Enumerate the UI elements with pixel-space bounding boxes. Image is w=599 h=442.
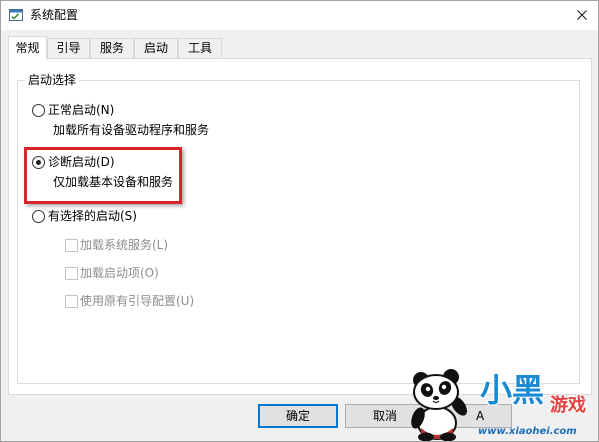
startup-option-diagnostic: 诊断启动(D) 仅加载基本设备和服务 (32, 155, 222, 189)
use-original-boot-config-label[interactable]: 使用原有引导配置(U) (80, 294, 194, 308)
diagnostic-startup-radio[interactable]: 诊断启动(D) (32, 155, 222, 169)
load-system-services-row[interactable]: 加载系统服务(L) (65, 238, 168, 252)
load-startup-items-row[interactable]: 加载启动项(O) (65, 266, 159, 280)
use-original-boot-config-row[interactable]: 使用原有引导配置(U) (65, 294, 194, 308)
tab-general[interactable]: 常规 (8, 36, 47, 60)
tab-page-general: 启动选择 正常启动(N) 加载所有设备驱动程序和服务 诊断启动(D) 仅加载基本… (8, 58, 592, 395)
window-titlebar[interactable]: 系统配置 (0, 0, 599, 30)
load-startup-items-label[interactable]: 加载启动项(O) (80, 266, 159, 280)
load-startup-items-checkbox[interactable] (65, 266, 78, 280)
system-configuration-dialog: 系统配置 常规 引导 服务 启动 工具 启动选择 正常启动(N) 加载所有设备驱… (0, 0, 599, 442)
radio-circle[interactable] (32, 209, 45, 223)
apply-button-label: A (476, 409, 485, 423)
msconfig-icon (8, 7, 24, 23)
normal-startup-label[interactable]: 正常启动(N) (48, 103, 114, 117)
close-button[interactable] (565, 0, 599, 30)
apply-button[interactable]: A (432, 404, 512, 428)
radio-circle[interactable] (32, 155, 45, 169)
ok-button[interactable]: 确定 (258, 404, 338, 428)
selective-startup-radio[interactable]: 有选择的启动(S) (32, 209, 222, 223)
diagnostic-startup-description: 仅加载基本设备和服务 (53, 175, 174, 189)
startup-selection-group: 启动选择 正常启动(N) 加载所有设备驱动程序和服务 诊断启动(D) 仅加载基本… (17, 73, 580, 384)
close-icon (577, 10, 587, 20)
window-title: 系统配置 (30, 8, 79, 22)
tab-tools[interactable]: 工具 (178, 38, 222, 59)
load-system-services-label[interactable]: 加载系统服务(L) (80, 238, 168, 252)
selective-startup-label[interactable]: 有选择的启动(S) (48, 209, 137, 223)
radio-circle[interactable] (32, 103, 45, 117)
watermark-logo-sub: 游戏 (550, 395, 586, 416)
startup-selection-group-label: 启动选择 (25, 73, 80, 87)
tab-startup[interactable]: 启动 (134, 38, 178, 59)
startup-option-selective: 有选择的启动(S) (32, 209, 222, 223)
cancel-button[interactable]: 取消 (345, 404, 425, 428)
use-original-boot-config-checkbox[interactable] (65, 294, 78, 308)
tab-boot[interactable]: 引导 (47, 38, 90, 59)
load-system-services-checkbox[interactable] (65, 238, 78, 252)
tab-services[interactable]: 服务 (90, 38, 134, 59)
normal-startup-radio[interactable]: 正常启动(N) (32, 103, 222, 117)
normal-startup-description: 加载所有设备驱动程序和服务 (53, 123, 210, 137)
diagnostic-startup-label[interactable]: 诊断启动(D) (48, 155, 115, 169)
startup-option-normal: 正常启动(N) 加载所有设备驱动程序和服务 (32, 103, 222, 137)
